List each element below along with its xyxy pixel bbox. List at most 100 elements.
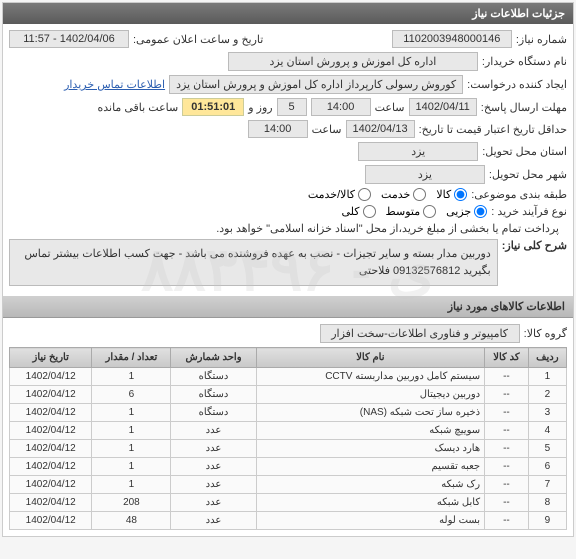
hour-label-1: ساعت bbox=[375, 101, 405, 114]
th-qty: تعداد / مقدار bbox=[92, 348, 171, 368]
cell-name: ذخیره ساز تحت شبکه (NAS) bbox=[256, 404, 485, 422]
cell-code: -- bbox=[485, 512, 529, 530]
delivery-opt1[interactable]: کالا bbox=[436, 188, 467, 201]
delivery-radio-group: کالا خدمت کالا/خدمت bbox=[308, 188, 467, 201]
province-value: یزد bbox=[358, 142, 478, 161]
payment-note: پرداخت تمام یا بخشی از مبلغ خرید،از محل … bbox=[216, 222, 559, 235]
day-label: روز و bbox=[248, 101, 272, 114]
purchase-opt2[interactable]: متوسط bbox=[386, 205, 437, 218]
cell-qty: 1 bbox=[92, 458, 171, 476]
cell-qty: 1 bbox=[92, 368, 171, 386]
purchase-label: نوع فرآیند خرید : bbox=[491, 205, 567, 218]
purchase-opt1[interactable]: جزیی bbox=[446, 205, 487, 218]
cell-row: 3 bbox=[528, 404, 566, 422]
item-group-label: گروه کالا: bbox=[524, 327, 567, 340]
th-code: کد کالا bbox=[485, 348, 529, 368]
cell-row: 2 bbox=[528, 386, 566, 404]
cell-row: 6 bbox=[528, 458, 566, 476]
remaining-label: ساعت باقی مانده bbox=[97, 101, 178, 114]
buyer-label: نام دستگاه خریدار: bbox=[482, 55, 567, 68]
announce-label: تاریخ و ساعت اعلان عمومی: bbox=[133, 33, 263, 46]
th-name: نام کالا bbox=[256, 348, 485, 368]
table-row[interactable]: 4--سوییچ شبکهعدد11402/04/12 bbox=[10, 422, 567, 440]
need-details-panel: جزئیات اطلاعات نیاز شماره نیاز: 11020039… bbox=[2, 2, 574, 537]
purchase-radio-3[interactable] bbox=[363, 205, 376, 218]
contact-info-link[interactable]: اطلاعات تماس خریدار bbox=[64, 78, 165, 91]
deadline-label: مهلت ارسال پاسخ: bbox=[481, 101, 567, 114]
deadline-time: 14:00 bbox=[311, 98, 371, 116]
cell-code: -- bbox=[485, 422, 529, 440]
buyer-value: اداره کل اموزش و پرورش استان یزد bbox=[228, 52, 478, 71]
table-row[interactable]: 6--جعبه تقسیمعدد11402/04/12 bbox=[10, 458, 567, 476]
cell-unit: عدد bbox=[171, 458, 256, 476]
cell-row: 8 bbox=[528, 494, 566, 512]
cell-name: کابل شبکه bbox=[256, 494, 485, 512]
cell-row: 4 bbox=[528, 422, 566, 440]
cell-code: -- bbox=[485, 404, 529, 422]
creator-label: ایجاد کننده درخواست: bbox=[467, 78, 567, 91]
need-desc-label: شرح کلی نیاز: bbox=[502, 239, 567, 252]
cell-code: -- bbox=[485, 386, 529, 404]
table-row[interactable]: 2--دوربین دیجیتالدستگاه61402/04/12 bbox=[10, 386, 567, 404]
delivery-opt2[interactable]: خدمت bbox=[381, 188, 426, 201]
table-header-row: ردیف کد کالا نام کالا واحد شمارش تعداد /… bbox=[10, 348, 567, 368]
table-row[interactable]: 9--بست لولهعدد481402/04/12 bbox=[10, 512, 567, 530]
creator-value: کوروش رسولی کارپرداز اداره کل اموزش و پر… bbox=[169, 75, 463, 94]
delivery-radio-1[interactable] bbox=[454, 188, 467, 201]
table-row[interactable]: 5--هارد دیسکعدد11402/04/12 bbox=[10, 440, 567, 458]
cell-code: -- bbox=[485, 476, 529, 494]
th-row: ردیف bbox=[528, 348, 566, 368]
cell-qty: 208 bbox=[92, 494, 171, 512]
cell-row: 9 bbox=[528, 512, 566, 530]
cell-unit: عدد bbox=[171, 440, 256, 458]
cell-name: سیستم کامل دوربین مداربسته CCTV bbox=[256, 368, 485, 386]
panel-title: جزئیات اطلاعات نیاز bbox=[3, 3, 573, 24]
cell-name: دوربین دیجیتال bbox=[256, 386, 485, 404]
table-row[interactable]: 3--ذخیره ساز تحت شبکه (NAS)دستگاه11402/0… bbox=[10, 404, 567, 422]
table-row[interactable]: 1--سیستم کامل دوربین مداربسته CCTVدستگاه… bbox=[10, 368, 567, 386]
purchase-radio-1[interactable] bbox=[474, 205, 487, 218]
city-value: یزد bbox=[365, 165, 485, 184]
cell-row: 7 bbox=[528, 476, 566, 494]
cell-date: 1402/04/12 bbox=[10, 440, 92, 458]
cell-date: 1402/04/12 bbox=[10, 386, 92, 404]
cell-qty: 1 bbox=[92, 404, 171, 422]
table-row[interactable]: 8--کابل شبکهعدد2081402/04/12 bbox=[10, 494, 567, 512]
cell-code: -- bbox=[485, 368, 529, 386]
delivery-radio-3[interactable] bbox=[358, 188, 371, 201]
table-row[interactable]: 7--رک شبکهعدد11402/04/12 bbox=[10, 476, 567, 494]
cell-name: جعبه تقسیم bbox=[256, 458, 485, 476]
items-table: ردیف کد کالا نام کالا واحد شمارش تعداد /… bbox=[9, 347, 567, 530]
purchase-opt3[interactable]: کلی bbox=[342, 205, 376, 218]
cell-unit: عدد bbox=[171, 476, 256, 494]
cell-unit: دستگاه bbox=[171, 386, 256, 404]
delivery-radio-2[interactable] bbox=[413, 188, 426, 201]
cell-qty: 1 bbox=[92, 422, 171, 440]
cell-date: 1402/04/12 bbox=[10, 422, 92, 440]
hour-label-2: ساعت bbox=[312, 123, 342, 136]
cell-name: هارد دیسک bbox=[256, 440, 485, 458]
need-no-value: 1102003948000146 bbox=[392, 30, 512, 48]
cell-date: 1402/04/12 bbox=[10, 404, 92, 422]
cell-name: سوییچ شبکه bbox=[256, 422, 485, 440]
delivery-opt3[interactable]: کالا/خدمت bbox=[308, 188, 371, 201]
cell-row: 5 bbox=[528, 440, 566, 458]
cell-code: -- bbox=[485, 458, 529, 476]
days-left: 5 bbox=[277, 98, 307, 116]
cell-unit: عدد bbox=[171, 512, 256, 530]
cell-qty: 48 bbox=[92, 512, 171, 530]
th-unit: واحد شمارش bbox=[171, 348, 256, 368]
province-label: استان محل تحویل: bbox=[482, 145, 567, 158]
cell-name: بست لوله bbox=[256, 512, 485, 530]
item-group-value: کامپیوتر و فناوری اطلاعات-سخت افزار bbox=[320, 324, 520, 343]
goods-section-header: اطلاعات کالاهای مورد نیاز bbox=[3, 296, 573, 318]
purchase-radio-2[interactable] bbox=[423, 205, 436, 218]
cell-name: رک شبکه bbox=[256, 476, 485, 494]
countdown-timer: 01:51:01 bbox=[182, 98, 244, 116]
cell-date: 1402/04/12 bbox=[10, 476, 92, 494]
cell-code: -- bbox=[485, 494, 529, 512]
city-label: شهر محل تحویل: bbox=[489, 168, 567, 181]
cell-row: 1 bbox=[528, 368, 566, 386]
cell-qty: 1 bbox=[92, 440, 171, 458]
validity-date: 1402/04/13 bbox=[346, 120, 415, 138]
